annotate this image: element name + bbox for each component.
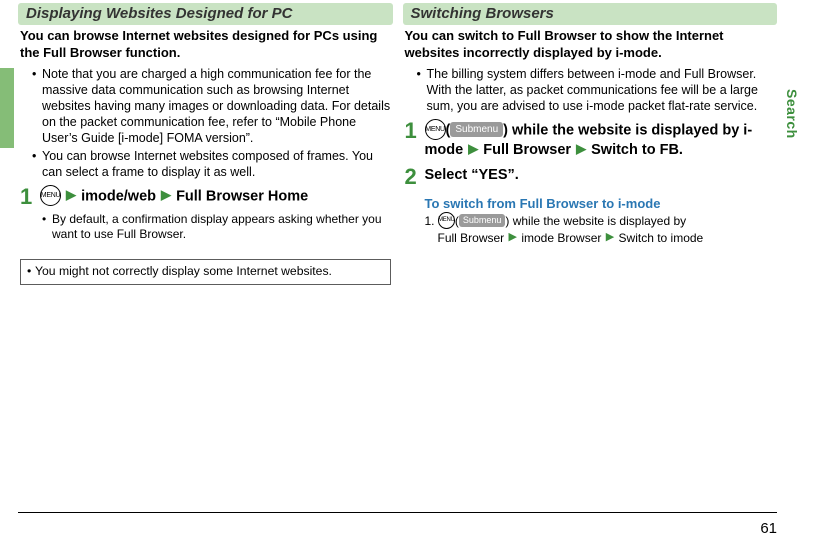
step-text: Select “YES”. [425,166,776,185]
arrow-icon: ▶ [160,187,172,204]
left-green-tab [0,68,14,148]
left-intro: You can browse Internet websites designe… [18,28,393,66]
menu-icon: MENU [40,185,61,206]
substep-prefix: 1. [425,214,438,228]
list-item: You can browse Internet websites compose… [32,148,391,180]
substep-part: Full Browser [438,231,505,245]
substep: 1. MENU(Submenu) while the website is di… [403,213,778,247]
step-number: 2 [405,166,419,188]
menu-icon: MENU [438,212,455,229]
page-number: 61 [760,520,777,537]
step-part: Full Browser Home [176,188,308,204]
right-section-header: Switching Browsers [403,3,778,25]
step-part: Switch to FB. [591,142,683,158]
step-part: imode/web [81,188,156,204]
substep-tail: while the website is displayed by [509,214,686,228]
list-item: By default, a confirmation display appea… [42,212,391,243]
right-bullets: The billing system differs between i-mod… [403,66,778,114]
step-number: 1 [405,120,419,142]
submenu-pill: Submenu [459,214,506,227]
step-number: 1 [20,186,34,208]
step-part: Full Browser [483,142,571,158]
list-item: You might not correctly display some Int… [27,264,384,278]
arrow-icon: ▶ [65,187,77,204]
menu-icon: MENU [425,119,446,140]
left-step-sub: By default, a confirmation display appea… [18,210,393,251]
page-body: Displaying Websites Designed for PC You … [0,0,827,285]
left-bullets: Note that you are charged a high communi… [18,66,393,180]
list-item: The billing system differs between i-mod… [417,66,776,114]
substep-part: imode Browser [521,231,601,245]
submenu-pill: Submenu [450,122,503,137]
left-column: Displaying Websites Designed for PC You … [18,3,393,285]
list-item: Note that you are charged a high communi… [32,66,391,146]
substep-part: Switch to imode [619,231,704,245]
note-box: You might not correctly display some Int… [20,259,391,285]
arrow-icon: ▶ [508,230,518,245]
arrow-icon: ▶ [605,230,615,245]
footer-rule [18,512,777,513]
side-tab-label: Search [784,89,800,139]
right-step-1: 1 MENU(Submenu) while the website is dis… [403,116,778,162]
subhead: To switch from Full Browser to i-mode [403,190,778,213]
right-intro: You can switch to Full Browser to show t… [403,28,778,66]
arrow-icon: ▶ [467,141,479,158]
right-step-2: 2 Select “YES”. [403,162,778,190]
left-section-header: Displaying Websites Designed for PC [18,3,393,25]
arrow-icon: ▶ [575,141,587,158]
left-step-1: 1 MENU ▶ imode/web ▶ Full Browser Home [18,182,393,210]
right-column: Switching Browsers You can switch to Ful… [403,3,778,285]
